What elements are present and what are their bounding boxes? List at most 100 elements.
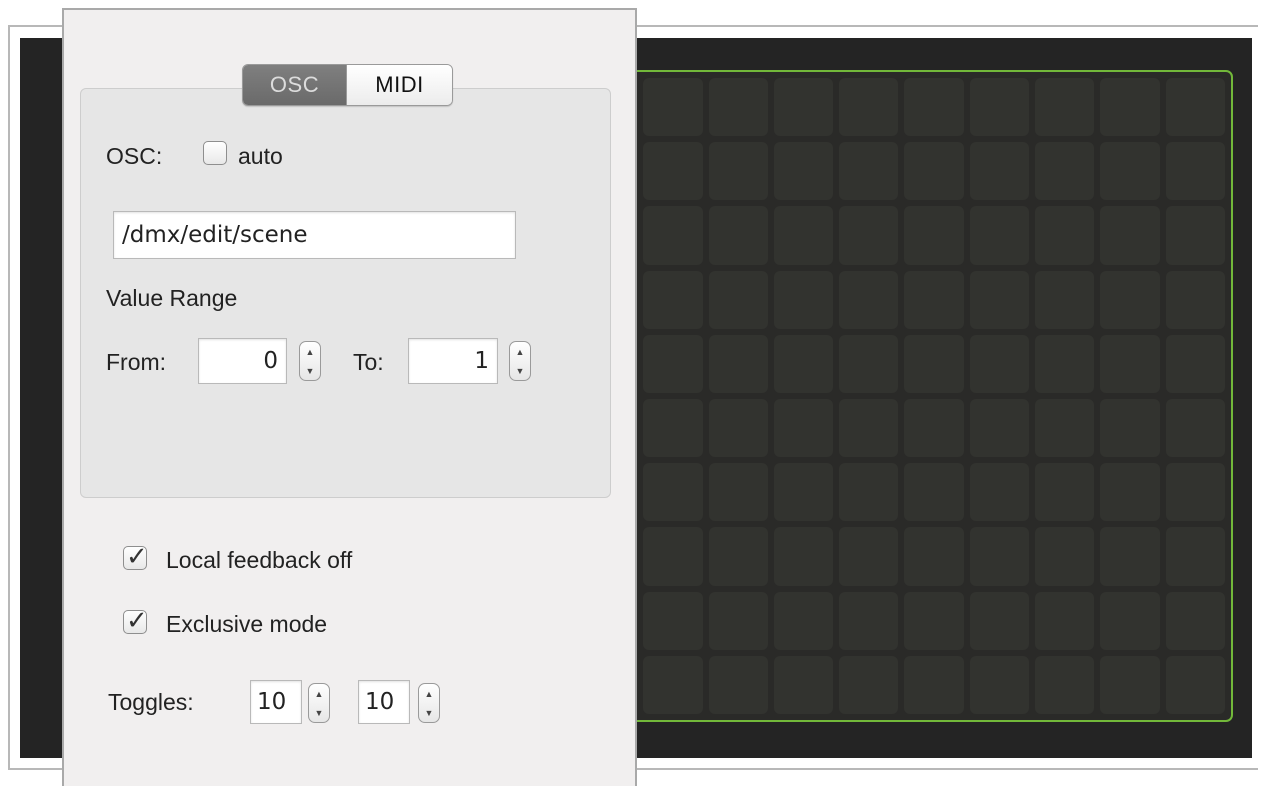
toggle-cell[interactable]	[773, 399, 834, 458]
toggle-cell[interactable]	[839, 142, 899, 201]
toggle-cell[interactable]	[1035, 463, 1095, 522]
toggle-cell[interactable]	[1100, 527, 1160, 586]
toggle-cell[interactable]	[708, 655, 768, 714]
toggle-cell[interactable]	[708, 270, 768, 329]
toggle-cell[interactable]	[708, 78, 768, 137]
chevron-down-icon[interactable]: ▼	[306, 366, 315, 376]
toggle-cell[interactable]	[773, 270, 834, 329]
exclusive-mode-checkbox[interactable]: ✓	[123, 605, 148, 635]
toggle-cell[interactable]	[969, 399, 1030, 458]
toggle-cell[interactable]	[643, 334, 703, 393]
toggle-cell[interactable]	[643, 399, 703, 458]
auto-checkbox[interactable]	[203, 141, 227, 165]
toggle-cell[interactable]	[969, 527, 1030, 586]
toggle-cell[interactable]	[904, 270, 964, 329]
toggle-cell[interactable]	[1165, 399, 1225, 458]
toggles-rows-field[interactable]: 10	[358, 680, 410, 724]
toggle-cell[interactable]	[1165, 527, 1225, 586]
toggle-cell[interactable]	[643, 206, 703, 265]
toggle-cell[interactable]	[904, 527, 964, 586]
chevron-down-icon[interactable]: ▼	[425, 708, 434, 718]
toggles-rows-stepper[interactable]: ▲ ▼	[418, 683, 440, 723]
chevron-up-icon[interactable]: ▲	[516, 347, 525, 357]
toggle-cell[interactable]	[1165, 206, 1225, 265]
tab-midi[interactable]: MIDI	[346, 65, 452, 105]
toggle-cell[interactable]	[1165, 591, 1225, 650]
toggle-cell[interactable]	[839, 270, 899, 329]
toggle-cell[interactable]	[904, 655, 964, 714]
toggle-cell[interactable]	[1035, 591, 1095, 650]
toggle-cell[interactable]	[1035, 334, 1095, 393]
toggle-cell[interactable]	[773, 591, 834, 650]
toggle-cell[interactable]	[904, 334, 964, 393]
toggle-cell[interactable]	[1165, 270, 1225, 329]
toggle-cell[interactable]	[969, 78, 1030, 137]
toggle-cell[interactable]	[1035, 206, 1095, 265]
toggle-cell[interactable]	[1165, 463, 1225, 522]
toggle-cell[interactable]	[708, 334, 768, 393]
toggle-cell[interactable]	[1165, 334, 1225, 393]
toggle-cell[interactable]	[904, 206, 964, 265]
toggle-cell[interactable]	[1035, 142, 1095, 201]
from-field[interactable]: 0	[198, 338, 287, 384]
toggle-cell[interactable]	[904, 399, 964, 458]
toggle-cell[interactable]	[1100, 399, 1160, 458]
toggle-cell[interactable]	[904, 78, 964, 137]
toggle-cell[interactable]	[1035, 270, 1095, 329]
toggle-cell[interactable]	[643, 270, 703, 329]
tab-osc[interactable]: OSC	[243, 65, 346, 105]
toggle-cell[interactable]	[643, 463, 703, 522]
toggle-cell[interactable]	[643, 142, 703, 201]
toggle-cell[interactable]	[904, 591, 964, 650]
toggle-cell[interactable]	[969, 655, 1030, 714]
toggle-cell[interactable]	[1165, 142, 1225, 201]
toggle-cell[interactable]	[643, 78, 703, 137]
osc-address-field[interactable]: /dmx/edit/scene	[113, 211, 516, 259]
toggle-cell[interactable]	[708, 206, 768, 265]
toggle-cell[interactable]	[643, 591, 703, 650]
toggle-cell[interactable]	[1035, 655, 1095, 714]
toggle-cell[interactable]	[839, 78, 899, 137]
toggle-cell[interactable]	[969, 270, 1030, 329]
toggle-cell[interactable]	[773, 527, 834, 586]
toggle-cell[interactable]	[773, 142, 834, 201]
toggle-cell[interactable]	[708, 142, 768, 201]
toggle-cell[interactable]	[1100, 270, 1160, 329]
toggle-cell[interactable]	[1035, 399, 1095, 458]
toggle-cell[interactable]	[773, 78, 834, 137]
toggle-cell[interactable]	[839, 527, 899, 586]
toggle-cell[interactable]	[969, 334, 1030, 393]
toggle-cell[interactable]	[1165, 78, 1225, 137]
toggle-cell[interactable]	[969, 142, 1030, 201]
toggle-cell[interactable]	[904, 142, 964, 201]
toggle-cell[interactable]	[708, 527, 768, 586]
toggle-cell[interactable]	[773, 463, 834, 522]
toggle-cell[interactable]	[1100, 463, 1160, 522]
toggle-cell[interactable]	[969, 591, 1030, 650]
toggle-cell[interactable]	[1165, 655, 1225, 714]
toggle-cell[interactable]	[708, 399, 768, 458]
toggle-cell[interactable]	[839, 463, 899, 522]
toggles-columns-stepper[interactable]: ▲ ▼	[308, 683, 330, 723]
to-stepper[interactable]: ▲ ▼	[509, 341, 531, 381]
toggle-cell[interactable]	[1100, 78, 1160, 137]
toggle-cell[interactable]	[1100, 591, 1160, 650]
toggle-cell[interactable]	[839, 334, 899, 393]
toggle-cell[interactable]	[839, 655, 899, 714]
toggle-matrix[interactable]	[570, 70, 1233, 722]
chevron-up-icon[interactable]: ▲	[315, 689, 324, 699]
toggle-cell[interactable]	[1100, 334, 1160, 393]
toggle-cell[interactable]	[773, 206, 834, 265]
toggle-cell[interactable]	[773, 334, 834, 393]
toggle-cell[interactable]	[969, 206, 1030, 265]
local-feedback-checkbox[interactable]: ✓	[123, 541, 148, 571]
toggle-cell[interactable]	[969, 463, 1030, 522]
toggle-cell[interactable]	[1100, 655, 1160, 714]
toggle-cell[interactable]	[839, 591, 899, 650]
toggle-cell[interactable]	[839, 399, 899, 458]
chevron-up-icon[interactable]: ▲	[306, 347, 315, 357]
toggle-cell[interactable]	[1100, 142, 1160, 201]
toggle-cell[interactable]	[1035, 527, 1095, 586]
toggle-cell[interactable]	[1035, 78, 1095, 137]
toggle-cell[interactable]	[839, 206, 899, 265]
